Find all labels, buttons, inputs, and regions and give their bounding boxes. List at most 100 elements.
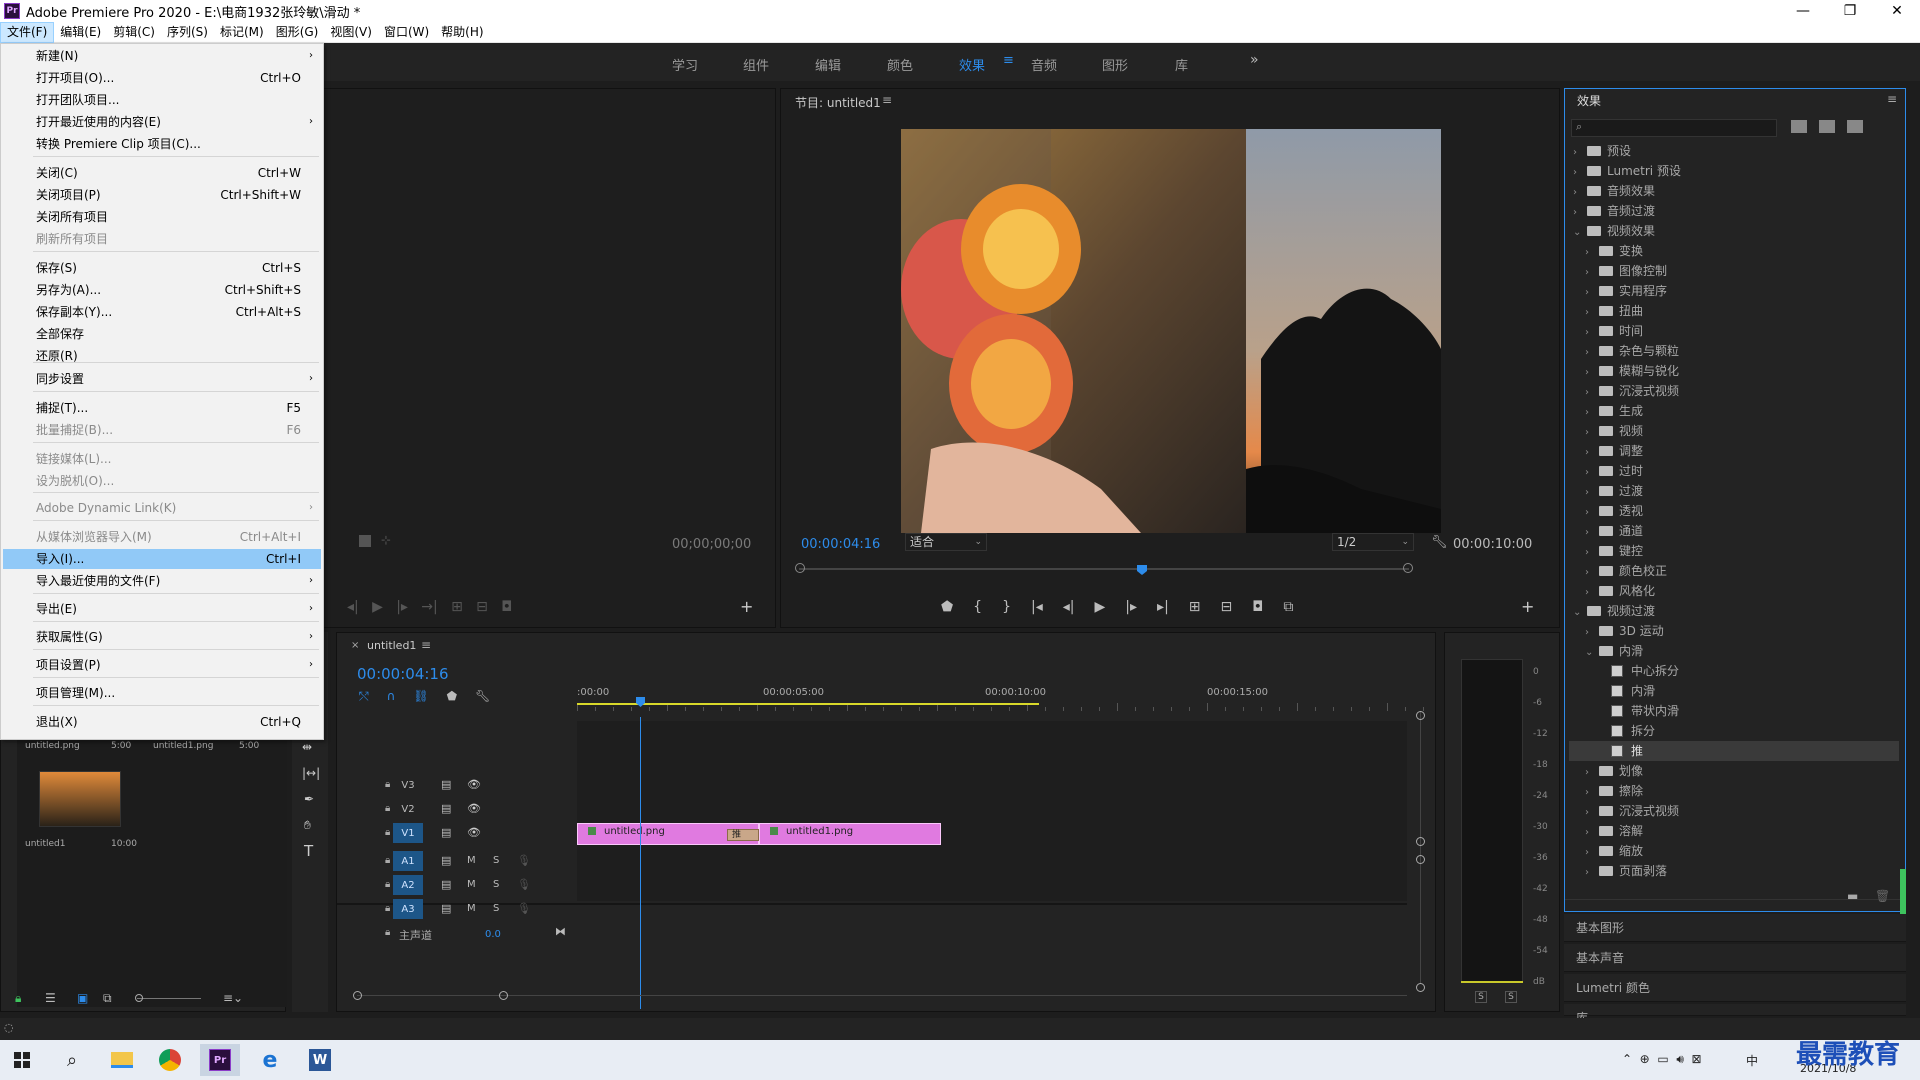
menu-3[interactable]: 序列(S): [161, 22, 214, 43]
effects-tree-item[interactable]: 带状内滑: [1597, 701, 1899, 721]
chevron-right-icon[interactable]: ›: [1585, 803, 1595, 823]
chevron-down-icon[interactable]: ⌄: [1573, 223, 1583, 243]
chevron-right-icon[interactable]: ›: [1585, 783, 1595, 803]
yuv-effects-icon[interactable]: [1847, 120, 1863, 133]
chevron-right-icon[interactable]: ›: [1585, 543, 1595, 563]
workspace-tab-3[interactable]: 颜色: [887, 55, 913, 74]
file-menu-item[interactable]: 关闭所有项目: [3, 207, 321, 227]
scrub-end-handle[interactable]: [1403, 563, 1413, 573]
effects-tree-item[interactable]: ⌄ 视频过渡: [1573, 601, 1899, 621]
voice-over-icon[interactable]: 🎙︎: [517, 902, 531, 915]
go-to-out-icon[interactable]: ▸|: [1157, 599, 1169, 615]
track-target-v1[interactable]: V1: [393, 823, 423, 843]
nest-icon[interactable]: ⤲: [359, 689, 369, 704]
sync-lock-icon[interactable]: ▤: [441, 902, 451, 915]
chevron-right-icon[interactable]: ›: [1585, 243, 1595, 263]
solo-button[interactable]: S: [493, 879, 499, 890]
resolution-dropdown[interactable]: 1/2 ⌄: [1332, 533, 1414, 551]
chevron-right-icon[interactable]: ›: [1585, 863, 1595, 883]
effects-tree-item[interactable]: › 音频过渡: [1573, 201, 1899, 221]
file-menu-item[interactable]: 全部保存: [3, 324, 321, 344]
voice-over-icon[interactable]: 🎙︎: [517, 878, 531, 891]
menu-7[interactable]: 窗口(W): [378, 22, 435, 43]
file-menu-item[interactable]: 新建(N) ›: [3, 46, 321, 66]
close-tab-icon[interactable]: ×: [351, 640, 359, 651]
track-target-a1[interactable]: A1: [393, 851, 423, 871]
chevron-down-icon[interactable]: ⌄: [1585, 643, 1595, 663]
workspace-tab-4[interactable]: 效果: [959, 55, 985, 74]
menu-2[interactable]: 剪辑(C): [107, 22, 161, 43]
file-menu-item[interactable]: 同步设置 ›: [3, 369, 321, 389]
track-visibility-icon[interactable]: 👁︎: [467, 802, 481, 815]
mark-in-icon[interactable]: {: [973, 599, 982, 615]
file-menu-item[interactable]: 导出(E) ›: [3, 599, 321, 619]
effects-tree-item[interactable]: › 生成: [1585, 401, 1899, 421]
search-icon[interactable]: ⌕: [52, 1044, 92, 1076]
chevron-right-icon[interactable]: ›: [1585, 563, 1595, 583]
scrub-start-handle[interactable]: [795, 563, 805, 573]
file-menu-item[interactable]: 退出(X) Ctrl+Q: [3, 712, 321, 732]
workspace-tab-1[interactable]: 组件: [743, 55, 769, 74]
clip-untitled1-png[interactable]: untitled1.png: [759, 823, 941, 845]
file-menu-item[interactable]: 导入(I)... Ctrl+I: [3, 549, 321, 569]
effects-scrollbar[interactable]: [1900, 869, 1906, 917]
effects-tree-item[interactable]: › 模糊与锐化: [1585, 361, 1899, 381]
file-menu-item[interactable]: 打开项目(O)... Ctrl+O: [3, 68, 321, 88]
effects-tree-item[interactable]: › 透视: [1585, 501, 1899, 521]
menu-8[interactable]: 帮助(H): [435, 22, 489, 43]
track-lock-icon[interactable]: 🔒︎: [385, 827, 390, 838]
chevron-right-icon[interactable]: ›: [1585, 623, 1595, 643]
chevron-right-icon[interactable]: ›: [1585, 343, 1595, 363]
source-add-button[interactable]: +: [740, 597, 753, 616]
effects-tree-item[interactable]: › 实用程序: [1585, 281, 1899, 301]
lift-icon[interactable]: ⊞: [1189, 599, 1201, 615]
push-transition[interactable]: 推: [727, 829, 759, 841]
sync-lock-icon[interactable]: ▤: [441, 878, 451, 891]
chevron-right-icon[interactable]: ›: [1585, 363, 1595, 383]
chevron-right-icon[interactable]: ›: [1573, 203, 1583, 223]
file-menu-item[interactable]: 还原(R): [3, 346, 321, 366]
chevron-down-icon[interactable]: ⌄: [1573, 603, 1583, 623]
ripple-edit-icon[interactable]: ⇹: [302, 740, 312, 754]
chevron-right-icon[interactable]: ›: [1585, 423, 1595, 443]
sync-lock-icon[interactable]: ▤: [441, 854, 451, 867]
mute-button[interactable]: M: [467, 879, 476, 890]
solo-right-button[interactable]: S: [1505, 991, 1517, 1003]
source-settings-icon[interactable]: [359, 535, 371, 547]
effects-tree-item[interactable]: › 3D 运动: [1585, 621, 1899, 641]
extract-icon[interactable]: ⊟: [1221, 599, 1233, 615]
timeline-horizontal-scrollbar[interactable]: [357, 995, 1407, 996]
track-lock-icon[interactable]: 🔒︎: [385, 927, 390, 938]
zoom-slider-handle[interactable]: [135, 994, 143, 1002]
type-tool-icon[interactable]: T: [304, 842, 313, 860]
effects-section-header[interactable]: Lumetri 颜色: [1564, 974, 1906, 1002]
effects-panel-menu-icon[interactable]: ≡: [1887, 92, 1897, 106]
source-safe-margins-icon[interactable]: ⊹: [381, 533, 391, 547]
track-visibility-icon[interactable]: 👁︎: [467, 826, 481, 839]
effects-tree-item[interactable]: › 调整: [1585, 441, 1899, 461]
file-menu-item[interactable]: 转换 Premiere Clip 项目(C)...: [3, 134, 321, 154]
ime-indicator[interactable]: 中: [1746, 1052, 1758, 1069]
menu-6[interactable]: 视图(V): [324, 22, 378, 43]
file-menu-item[interactable]: 捕捉(T)... F5: [3, 398, 321, 418]
effects-tree-item[interactable]: › 划像: [1585, 761, 1899, 781]
effects-tree-item[interactable]: 内滑: [1597, 681, 1899, 701]
solo-left-button[interactable]: S: [1475, 991, 1487, 1003]
effects-tree-item[interactable]: › 沉浸式视频: [1585, 381, 1899, 401]
effects-tree-item[interactable]: › 沉浸式视频: [1585, 801, 1899, 821]
file-menu-item[interactable]: 打开团队项目...: [3, 90, 321, 110]
menu-0[interactable]: 文件(F): [0, 21, 55, 43]
effects-tree-item[interactable]: › 图像控制: [1585, 261, 1899, 281]
file-explorer-icon[interactable]: [102, 1044, 142, 1076]
workspace-menu-icon[interactable]: ≡: [1003, 53, 1014, 68]
new-bin-icon[interactable]: ▬: [1847, 889, 1858, 903]
file-menu-item[interactable]: 关闭(C) Ctrl+W: [3, 163, 321, 183]
effects-section-header[interactable]: 库: [1564, 1004, 1906, 1025]
file-menu-item[interactable]: 获取属性(G) ›: [3, 627, 321, 647]
file-menu-item[interactable]: 关闭项目(P) Ctrl+Shift+W: [3, 185, 321, 205]
track-visibility-icon[interactable]: 👁︎: [467, 778, 481, 791]
effects-tree-item[interactable]: › 通道: [1585, 521, 1899, 541]
freeform-view-icon[interactable]: ⧉: [103, 991, 112, 1006]
program-scrub-bar[interactable]: [799, 568, 1409, 570]
add-marker-icon[interactable]: ⬟: [447, 689, 457, 704]
